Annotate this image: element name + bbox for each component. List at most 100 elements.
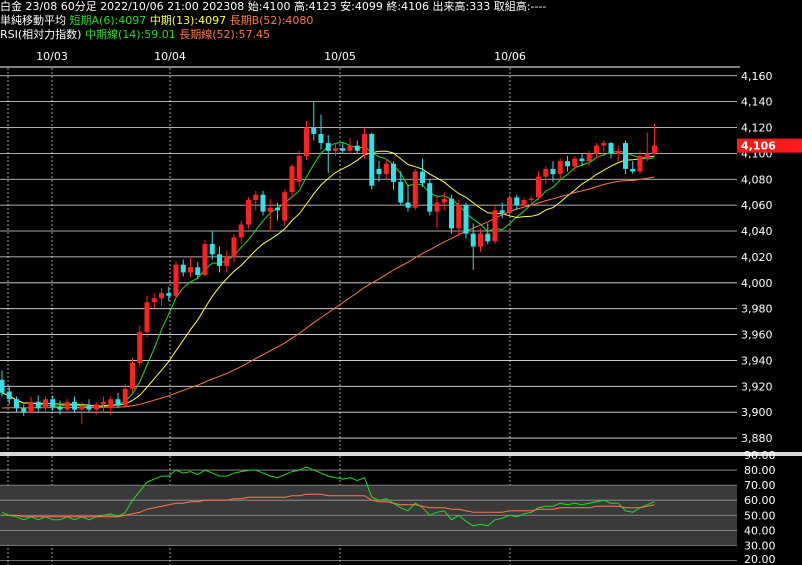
price-tick-label: 4,040 xyxy=(741,225,773,238)
candle-body xyxy=(72,401,77,410)
candle-body xyxy=(231,237,237,257)
price-tick-label: 4,080 xyxy=(741,173,773,186)
candle-body xyxy=(608,143,614,154)
candle-body xyxy=(565,161,570,167)
candle-body xyxy=(412,171,418,208)
candle xyxy=(304,121,309,160)
candle-body xyxy=(311,127,317,134)
candle-body xyxy=(318,133,324,144)
candle xyxy=(615,145,621,162)
candle xyxy=(485,223,491,244)
time-tick-label: 10/05 xyxy=(324,50,356,63)
candle xyxy=(166,286,172,301)
candle-body xyxy=(586,153,592,162)
candle-body xyxy=(151,298,157,303)
candle xyxy=(405,184,411,212)
candle xyxy=(325,135,331,173)
candle xyxy=(231,233,237,263)
candle-body xyxy=(594,145,599,154)
candle xyxy=(391,161,396,190)
candle-body xyxy=(463,205,469,234)
candle-body xyxy=(209,243,215,255)
candle xyxy=(630,161,636,175)
candle xyxy=(159,287,164,307)
candle-body xyxy=(637,155,643,172)
candle-body xyxy=(253,194,259,200)
candle-body xyxy=(340,148,346,151)
rsi-tick-label: 50.00 xyxy=(744,509,776,522)
candle xyxy=(57,400,63,415)
price-tick-label: 3,920 xyxy=(741,380,773,393)
rsi-panel xyxy=(0,466,737,561)
candle-body xyxy=(615,150,621,154)
rsi-tick-label: 90.00 xyxy=(744,449,776,462)
candle xyxy=(340,143,346,154)
candle-body xyxy=(499,210,505,213)
candle xyxy=(137,325,143,367)
candle-body xyxy=(478,233,483,247)
price-tick-label: 4,120 xyxy=(741,122,773,135)
rsi-tick-label: 60.00 xyxy=(744,494,776,507)
time-tick-label: 10/06 xyxy=(494,50,526,63)
candle-body xyxy=(101,401,106,405)
candle xyxy=(347,137,353,154)
candle-body xyxy=(470,233,476,247)
candle-body xyxy=(115,399,121,406)
candle xyxy=(282,189,288,226)
price-tick-label: 3,880 xyxy=(741,432,773,445)
candle xyxy=(0,370,5,397)
candle-body xyxy=(35,401,41,409)
candle xyxy=(115,392,121,409)
candle xyxy=(50,395,56,411)
candle xyxy=(260,190,266,216)
candle xyxy=(434,194,440,229)
candle xyxy=(644,132,650,162)
candle xyxy=(318,114,324,150)
candle xyxy=(188,256,193,278)
candle xyxy=(122,383,128,409)
candle-body xyxy=(202,243,208,276)
candle xyxy=(173,260,179,299)
candle xyxy=(420,158,425,188)
candle xyxy=(43,396,48,413)
candle-body xyxy=(238,224,244,238)
candle-body xyxy=(0,379,5,393)
candle xyxy=(6,386,12,405)
candle xyxy=(72,396,77,413)
candle-body xyxy=(362,133,367,154)
candle-body xyxy=(536,176,541,198)
last-price-label: 4,106 xyxy=(741,140,776,153)
candle xyxy=(354,140,360,154)
candle-body xyxy=(492,210,498,242)
candle-body xyxy=(195,267,201,276)
candle xyxy=(594,143,599,159)
candle-body xyxy=(166,293,172,296)
candle-body xyxy=(456,205,462,229)
candle xyxy=(536,171,541,200)
candle xyxy=(86,399,92,413)
candle xyxy=(623,140,628,175)
candle xyxy=(101,396,106,413)
candle-body xyxy=(354,145,360,151)
candle xyxy=(369,132,375,190)
candle-body xyxy=(427,183,433,212)
candle-body xyxy=(644,153,650,159)
candle xyxy=(311,101,317,141)
candle xyxy=(202,240,208,277)
price-tick-label: 3,940 xyxy=(741,354,773,367)
candle-body xyxy=(224,256,230,266)
candle-body xyxy=(217,254,222,266)
candle xyxy=(543,166,549,185)
price-chart[interactable]: 4,1604,1404,1204,1004,0804,0604,0404,020… xyxy=(0,0,802,565)
candle-body xyxy=(79,405,85,410)
candle-body xyxy=(180,264,186,273)
rsi-tick-label: 30.00 xyxy=(744,539,776,552)
candle-body xyxy=(434,202,440,212)
price-tick-label: 4,060 xyxy=(741,199,773,212)
candle xyxy=(463,202,469,239)
candle xyxy=(478,228,483,252)
candle xyxy=(209,231,215,260)
candle xyxy=(514,194,520,211)
candle-body xyxy=(260,194,266,212)
candle-body xyxy=(304,127,309,156)
